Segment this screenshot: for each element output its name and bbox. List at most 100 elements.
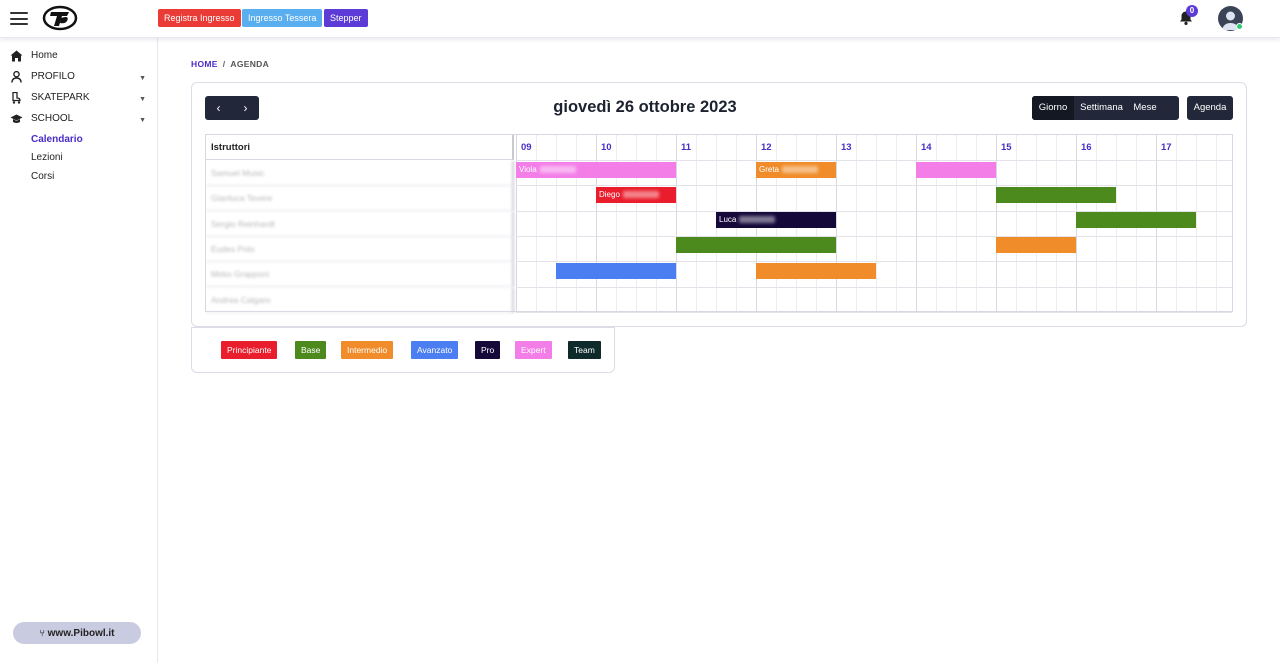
event-label: Diego xyxy=(599,189,620,199)
minor-gridline xyxy=(1016,135,1017,311)
graduation-cap-icon xyxy=(10,113,23,125)
hour-header: 13 xyxy=(841,142,852,153)
online-status-dot xyxy=(1236,23,1243,30)
hour-header: 09 xyxy=(521,142,532,153)
home-icon xyxy=(10,50,23,62)
view-mese-button[interactable]: Mese xyxy=(1129,96,1161,120)
lesson-event[interactable] xyxy=(1076,212,1196,229)
sidebar-subitem-lezioni[interactable]: Lezioni xyxy=(31,151,63,165)
hour-header: 14 xyxy=(921,142,932,153)
sidebar-subitem-calendario[interactable]: Calendario xyxy=(31,133,83,147)
redacted-surname xyxy=(782,165,819,173)
minor-gridline xyxy=(876,135,877,311)
notification-badge: 0 xyxy=(1186,5,1198,17)
instructor-name: Gianluca Tevere xyxy=(206,186,514,212)
lesson-event[interactable] xyxy=(916,161,996,178)
hour-header: 17 xyxy=(1161,142,1172,153)
lesson-event[interactable]: Greta xyxy=(756,161,836,178)
sidebar-item-label: Home xyxy=(31,50,58,61)
top-bar: Registra Ingresso Ingresso Tessera Stepp… xyxy=(0,0,1280,38)
lesson-event[interactable] xyxy=(556,262,676,279)
redacted-surname xyxy=(622,191,659,199)
event-label: Greta xyxy=(759,164,780,174)
lesson-event[interactable]: Diego xyxy=(596,186,676,203)
instructor-name: Andrea Calgaro xyxy=(206,287,514,313)
user-icon xyxy=(10,70,23,83)
branch-icon: ⑂ xyxy=(39,628,45,638)
event-label: Luca xyxy=(719,215,737,225)
sidebar-item-skatepark[interactable]: SKATEPARK ▼ xyxy=(10,90,146,106)
skate-icon xyxy=(10,91,23,104)
minor-gridline xyxy=(696,135,697,311)
row-divider xyxy=(516,311,1232,313)
hamburger-icon[interactable] xyxy=(10,12,28,25)
sidebar-item-label: SCHOOL xyxy=(31,113,74,124)
sidebar: Home PROFILO ▼ SKATEPARK ▼ SCHOOL ▼ Cale… xyxy=(0,38,158,663)
ingresso-tessera-button[interactable]: Ingresso Tessera xyxy=(242,9,323,27)
legend-tag-team: Team xyxy=(568,341,601,359)
lesson-event[interactable]: Luca xyxy=(716,212,836,229)
lesson-event[interactable]: Viola xyxy=(516,161,676,178)
hour-gridline xyxy=(996,135,997,311)
redacted-surname xyxy=(739,216,776,224)
hour-header: 10 xyxy=(601,142,612,153)
legend-tag-avanzato: Avanzato xyxy=(411,341,459,359)
sidebar-item-label: PROFILO xyxy=(31,71,75,82)
instructor-name: Sergio Reinhardt xyxy=(206,211,514,237)
sidebar-item-school[interactable]: SCHOOL ▼ xyxy=(10,111,146,127)
event-label: Viola xyxy=(519,164,537,174)
hour-header: 12 xyxy=(761,142,772,153)
hour-gridline xyxy=(676,135,677,311)
breadcrumb-home[interactable]: HOME xyxy=(191,59,218,69)
hour-header: 16 xyxy=(1081,142,1092,153)
resource-column-header: Istruttori xyxy=(206,135,514,160)
prev-day-button[interactable]: ‹ xyxy=(205,96,232,120)
minor-gridline xyxy=(1036,135,1037,311)
row-divider xyxy=(516,286,1232,288)
view-settimana-button[interactable]: Settimana xyxy=(1074,96,1129,120)
sidebar-item-label: SKATEPARK xyxy=(31,92,90,103)
hour-header: 11 xyxy=(681,142,692,153)
redacted-surname xyxy=(539,165,576,173)
site-link-label: www.Pibowl.it xyxy=(47,628,115,639)
row-divider xyxy=(516,235,1232,237)
minor-gridline xyxy=(1216,135,1217,311)
breadcrumb: HOME / AGENDA xyxy=(191,59,269,69)
next-day-button[interactable]: › xyxy=(232,96,259,120)
chevron-down-icon: ▼ xyxy=(139,96,146,103)
view-giorno-button[interactable]: Giorno xyxy=(1032,96,1074,120)
lesson-event[interactable] xyxy=(676,237,836,254)
breadcrumb-separator: / xyxy=(222,59,226,69)
instructor-name: Samuel Music xyxy=(206,161,514,186)
chevron-down-icon: ▼ xyxy=(139,117,146,124)
hour-gridline xyxy=(836,135,837,311)
minor-gridline xyxy=(896,135,897,311)
lesson-event[interactable] xyxy=(996,237,1076,254)
pibowl-logo[interactable] xyxy=(42,5,78,31)
sidebar-subitem-corsi[interactable]: Corsi xyxy=(31,170,54,184)
stepper-button[interactable]: Stepper xyxy=(324,9,368,27)
instructor-name: Eudes Polo xyxy=(206,236,514,262)
date-navigation: ‹ › xyxy=(205,96,259,120)
legend-tag-pro: Pro xyxy=(475,341,501,359)
minor-gridline xyxy=(1056,135,1057,311)
lesson-event[interactable] xyxy=(756,262,876,279)
view-switcher: Giorno Settimana Mese xyxy=(1032,96,1179,120)
resource-timeline: Istruttori 09 10 11 12 13 14 15 16 17 Samuel Musi… xyxy=(205,134,1233,313)
lesson-event[interactable] xyxy=(996,186,1116,203)
minor-gridline xyxy=(1196,135,1197,311)
hour-header: 15 xyxy=(1001,142,1012,153)
sidebar-item-home[interactable]: Home xyxy=(10,48,146,64)
agenda-button[interactable]: Agenda xyxy=(1187,96,1233,120)
legend-tag-principiante: Principiante xyxy=(221,341,278,359)
instructor-name: Mirko Grapponi xyxy=(206,262,514,288)
calendar-title: giovedì 26 ottobre 2023 xyxy=(553,98,737,116)
minor-gridline xyxy=(856,135,857,311)
legend-tag-base: Base xyxy=(295,341,327,359)
sidebar-item-profilo[interactable]: PROFILO ▼ xyxy=(10,69,146,85)
registra-ingresso-button[interactable]: Registra Ingresso xyxy=(158,9,241,27)
legend-tag-expert: Expert xyxy=(515,341,552,359)
legend-tag-intermedio: Intermedio xyxy=(341,341,394,359)
site-link-button[interactable]: ⑂ www.Pibowl.it xyxy=(13,622,141,644)
chevron-down-icon: ▼ xyxy=(139,75,146,82)
